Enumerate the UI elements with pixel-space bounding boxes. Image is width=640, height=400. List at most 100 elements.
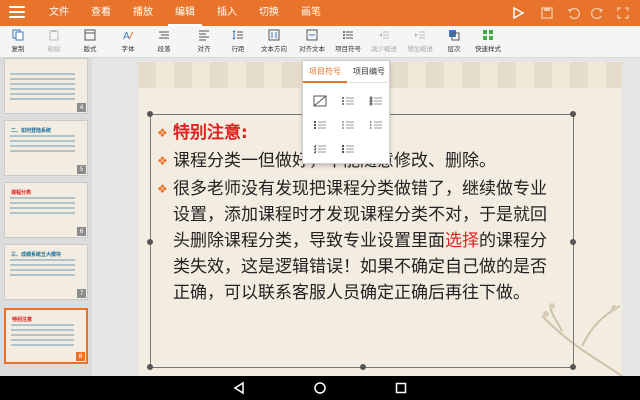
svg-text:A: A [123,31,130,41]
align-button[interactable]: 对齐 [186,29,222,57]
align-text-icon [306,29,318,41]
resize-handle[interactable] [147,364,153,370]
increase-indent-icon [415,31,425,39]
bullet-square-option-icon[interactable] [313,119,327,131]
bullet-check-option-icon[interactable] [313,143,327,155]
align-label: 对齐 [197,45,211,53]
fullscreen-icon[interactable] [616,6,630,20]
paragraph-button[interactable]: 段落 [146,29,182,57]
quick-style-button[interactable]: 快速样式 [470,29,506,57]
quick-style-label: 快速样式 [475,45,501,53]
system-navigation-bar [0,376,640,400]
tab-play[interactable]: 播放 [130,0,156,26]
resize-handle[interactable] [570,364,576,370]
text-direction-button[interactable]: 文本方向 [256,29,292,57]
decrease-indent-label: 减少缩进 [371,45,397,53]
slide-thumbnail-title: 三、成绩系统五大模块 [11,252,62,258]
resize-handle[interactable] [570,239,576,245]
text-direction-icon [268,29,280,41]
home-icon[interactable] [313,381,327,395]
slide-number: 6 [77,227,86,236]
tab-view[interactable]: 查看 [88,0,114,26]
undo-icon[interactable] [566,6,580,20]
slide-thumbnail-title: 二、如何登陆系统 [11,128,52,134]
slide-thumbnail-7[interactable]: 三、成绩系统五大模块 7 [4,244,88,300]
line-spacing-button[interactable]: 行距 [220,29,256,57]
resize-handle[interactable] [360,364,366,370]
decrease-indent-icon [379,31,389,39]
recent-apps-icon[interactable] [394,381,408,395]
resize-handle[interactable] [570,111,576,117]
bullets-label: 项目符号 [335,45,361,53]
slide-number: 7 [77,289,86,298]
bullet-dot-option-icon[interactable] [341,95,355,107]
save-icon[interactable] [540,6,554,20]
decrease-indent-button[interactable]: 减少缩进 [366,29,402,57]
font-label: 字体 [121,45,135,53]
tab-pen[interactable]: 画笔 [298,0,324,26]
slide-thumbnail-4[interactable]: 4 [4,58,88,114]
bullets-button[interactable]: 项目符号 [330,29,366,57]
quick-style-icon [483,30,493,40]
text-direction-label: 文本方向 [261,45,287,53]
bullet-line: 正确，可以联系客服人员确定正确后再往下做。 [173,283,530,303]
bullet-line: 设置，添加课程时才发现课程分类不对，于是就回 [173,205,547,225]
bullets-popup: 项目符号 项目编号 [302,60,391,164]
increase-indent-button[interactable]: 增加缩进 [402,29,438,57]
align-icon [199,30,209,41]
slide-number: 5 [77,165,86,174]
bullet-diamond-icon: ❖ [157,126,168,140]
bullet-line: 头删除课程分类，导致专业设置里面选择的课程分 [173,229,547,253]
tab-bullets[interactable]: 项目符号 [303,61,347,83]
back-icon[interactable] [232,381,246,395]
slide-number: 8 [76,352,85,361]
paragraph-icon [159,31,169,39]
copy-label: 复制 [11,45,25,53]
layout-button[interactable]: 版式 [72,29,108,57]
align-text-button[interactable]: 对齐文本 [294,29,330,57]
slide-thumbnail-6[interactable]: 课程分类 6 [4,182,88,238]
resize-handle[interactable] [147,239,153,245]
line-spacing-icon [232,30,243,40]
font-button[interactable]: A 字体 [110,29,146,57]
layer-button[interactable]: 层次 [436,29,472,57]
slide-thumbnail-8[interactable]: 特别注意 8 [4,308,88,364]
layout-label: 版式 [83,45,97,53]
hamburger-menu-icon[interactable] [9,6,25,20]
bullets-icon [343,31,353,39]
top-menu-bar: 文件 查看 播放 编辑 插入 切换 画笔 [0,0,640,26]
redo-icon[interactable] [591,6,605,20]
bullet-line: 类失效，这是逻辑错误！如果不确定自己做的是否 [173,257,547,277]
font-icon: A [123,31,134,41]
line-spacing-label: 行距 [231,45,245,53]
slide-title: 特别注意: [173,123,248,143]
tab-numbering[interactable]: 项目编号 [347,61,391,83]
highlighted-word: 选择 [445,231,479,251]
increase-indent-label: 增加缩进 [407,45,433,53]
play-icon[interactable] [511,6,525,20]
edit-toolbar: 复制 粘贴 版式 A 字体 段落 对齐 行距 文本方向 对齐文本 项目符号 减少… [0,26,640,58]
paste-icon [49,30,59,41]
tab-insert[interactable]: 插入 [214,0,240,26]
bullet-line: 很多老师没有发现把课程分类做错了，继续做专业 [173,179,547,199]
layer-icon [449,30,460,41]
slide-thumbnail-title: 特别注意 [12,317,33,323]
tab-file[interactable]: 文件 [46,0,72,26]
resize-handle[interactable] [147,111,153,117]
slide-number: 4 [77,103,86,112]
bullet-star-option-icon[interactable] [341,143,355,155]
slide-thumbnail-panel: 4 二、如何登陆系统 5 课程分类 6 三、成绩系统五大模块 7 特别注意 8 [0,58,92,376]
no-bullet-option-icon[interactable] [313,95,327,107]
copy-button[interactable]: 复制 [0,29,36,57]
paste-label: 粘贴 [47,45,61,53]
tab-edit[interactable]: 编辑 [168,0,202,26]
bullet-diamond-option-icon[interactable] [341,119,355,131]
bullet-circle-option-icon[interactable] [369,95,383,107]
tab-transition[interactable]: 切换 [256,0,282,26]
bullet-diamond-icon: ❖ [157,182,168,196]
copy-icon [12,29,24,41]
slide-thumbnail-5[interactable]: 二、如何登陆系统 5 [4,120,88,176]
paste-button[interactable]: 粘贴 [36,29,72,57]
bullet-arrow-option-icon[interactable] [369,119,383,131]
layer-label: 层次 [447,45,461,53]
